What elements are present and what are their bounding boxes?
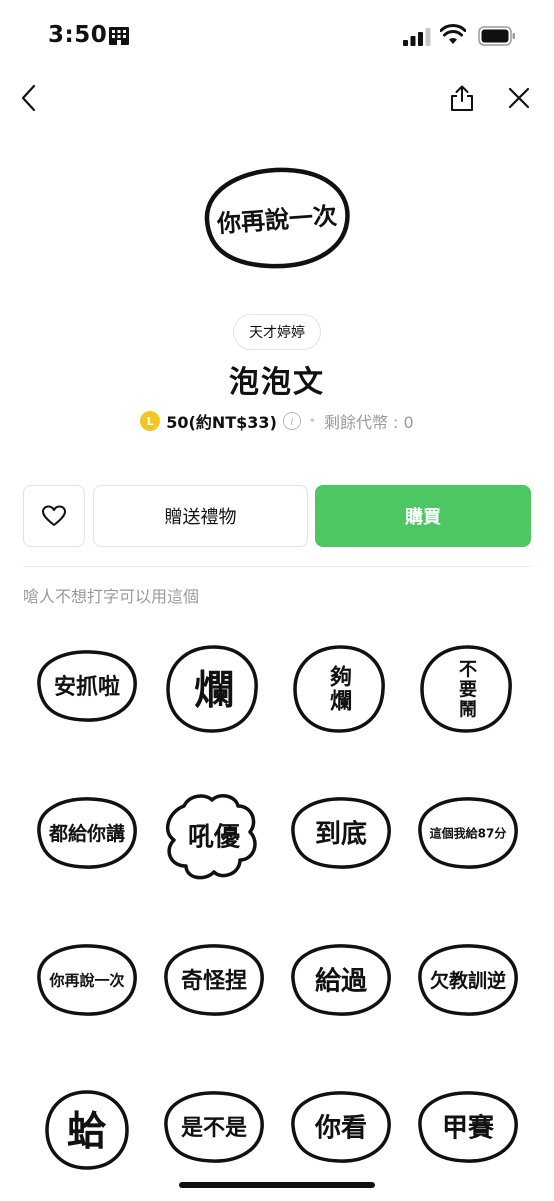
sticker-image: 夠爛: [292, 645, 385, 733]
main-sticker-image: 你再說一次: [204, 167, 350, 269]
price-row: L 50(約NT$33) i • 剩餘代幣 : 0: [0, 408, 554, 434]
sticker-text: 你看: [313, 1113, 366, 1143]
sticker-image: 奇怪捏: [163, 944, 264, 1016]
sticker-item[interactable]: 給過: [277, 914, 404, 1054]
close-icon: [508, 87, 530, 109]
sticker-text: 這個我給87分: [429, 825, 506, 840]
pack-title: 泡泡文: [229, 365, 325, 400]
sticker-image: 吼優: [165, 794, 257, 880]
sticker-image: 不要鬧: [419, 645, 512, 733]
close-button[interactable]: [501, 80, 537, 116]
sticker-image: 給過: [290, 944, 391, 1016]
separator-dot: •: [308, 414, 316, 428]
sticker-text: 都給你講: [47, 822, 124, 845]
buy-button[interactable]: 購買: [315, 485, 531, 547]
sticker-item[interactable]: 安抓啦: [23, 620, 150, 760]
coin-icon: L: [140, 411, 161, 431]
building-icon: [109, 27, 129, 45]
sticker-image: 到底: [290, 797, 391, 869]
sticker-text: 是不是: [180, 1116, 246, 1141]
favorite-button[interactable]: [23, 485, 85, 547]
sticker-item[interactable]: 吼優: [150, 767, 277, 907]
author-badge[interactable]: 天才婷婷: [233, 314, 321, 350]
sticker-item[interactable]: 是不是: [150, 1061, 277, 1201]
sticker-text: 不要鬧: [459, 659, 477, 720]
sticker-text: 夠爛: [329, 665, 351, 715]
price-text: 50(約NT$33): [166, 413, 277, 432]
sticker-item[interactable]: 你看: [277, 1061, 404, 1201]
sticker-text: 到底: [314, 818, 366, 849]
sticker-image: 爛: [165, 645, 258, 733]
sticker-image: 你再說一次: [36, 944, 137, 1016]
sticker-image: 是不是: [163, 1091, 264, 1163]
wifi-icon: [440, 24, 466, 44]
sticker-item[interactable]: 甲賽: [404, 1061, 531, 1201]
sticker-item[interactable]: 欠教訓逆: [404, 914, 531, 1054]
sticker-item[interactable]: 都給你講: [23, 767, 150, 907]
sticker-image: 安抓啦: [36, 650, 137, 722]
sticker-text: 給過: [314, 965, 367, 996]
sticker-text: 吼優: [187, 822, 240, 852]
sticker-item[interactable]: 你再說一次: [23, 914, 150, 1054]
info-icon[interactable]: i: [282, 412, 301, 430]
pack-description: 嗆人不想打字可以用這個: [23, 587, 200, 606]
home-indicator: [179, 1182, 375, 1188]
sticker-item[interactable]: 爛: [150, 620, 277, 760]
sticker-item[interactable]: 蛤: [23, 1061, 150, 1201]
sticker-item[interactable]: 夠爛: [277, 620, 404, 760]
sticker-item[interactable]: 這個我給87分: [404, 767, 531, 907]
heart-icon: [42, 505, 66, 526]
sticker-item[interactable]: 奇怪捏: [150, 914, 277, 1054]
sticker-text: 爛: [194, 667, 234, 713]
signal-icon: [403, 28, 431, 46]
divider: [23, 566, 531, 567]
sticker-text: 你再說一次: [48, 971, 124, 989]
sticker-text: 奇怪捏: [180, 968, 246, 994]
sticker-image: 你看: [290, 1091, 391, 1163]
gift-button[interactable]: 贈送禮物: [93, 485, 308, 547]
sticker-image: 都給你講: [36, 797, 137, 869]
share-button[interactable]: [444, 80, 480, 116]
share-icon: [451, 85, 473, 111]
sticker-text: 欠教訓逆: [429, 969, 505, 992]
back-button[interactable]: [10, 80, 46, 116]
sticker-text: 安抓啦: [53, 674, 119, 700]
sticker-image: 甲賽: [417, 1091, 518, 1163]
sticker-text: 蛤: [67, 1108, 107, 1154]
sticker-item[interactable]: 不要鬧: [404, 620, 531, 760]
sticker-image: 這個我給87分: [417, 797, 518, 869]
sticker-text: 甲賽: [441, 1112, 494, 1143]
sticker-image: 蛤: [44, 1090, 129, 1170]
chevron-left-icon: [21, 84, 36, 112]
balance-text: 剩餘代幣 : 0: [323, 413, 414, 432]
battery-icon: [478, 26, 515, 46]
sticker-item[interactable]: 到底: [277, 767, 404, 907]
sticker-image: 欠教訓逆: [417, 944, 518, 1016]
status-time: 3:50: [48, 22, 108, 48]
